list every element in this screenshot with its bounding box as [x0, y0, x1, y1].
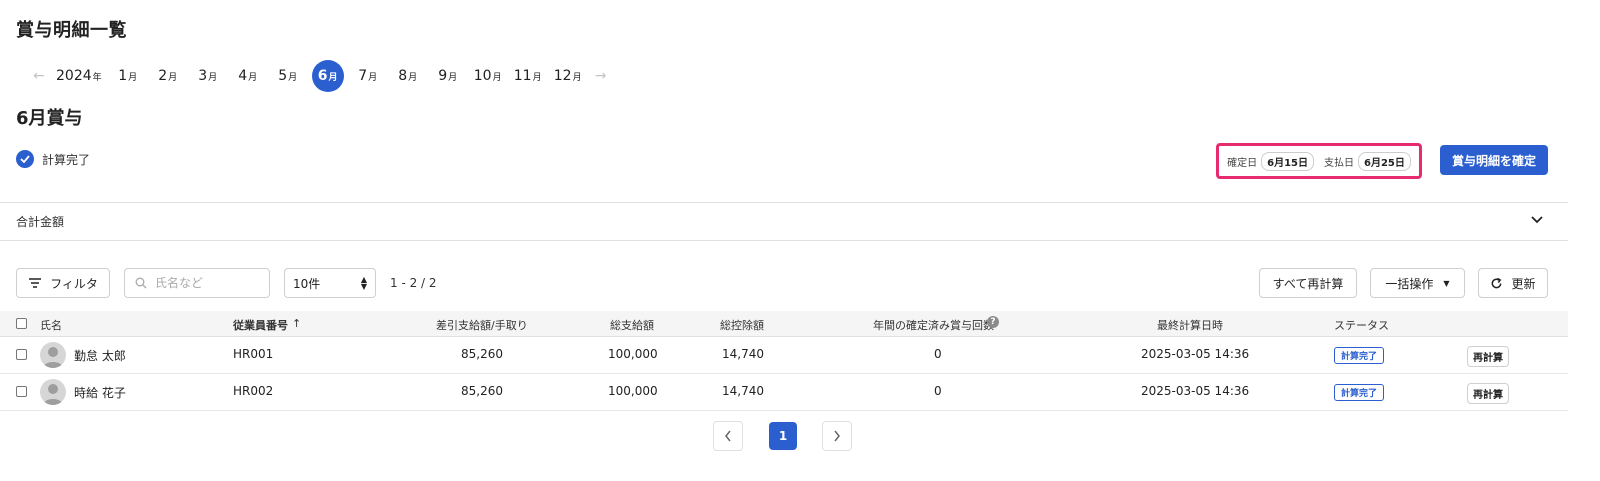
month-7[interactable]: 7月 — [348, 60, 388, 92]
search-icon — [135, 277, 147, 289]
next-page-button[interactable] — [822, 421, 852, 451]
month-navigation: ← 2024 年 1月 2月 3月 4月 5月 6月 7月 8月 9月 10 月 1… — [26, 60, 614, 92]
confirm-bonus-button[interactable]: 賞与明細を確定 — [1440, 145, 1548, 175]
confirm-date: 確定日 6月15日 — [1227, 151, 1314, 171]
refresh-icon — [1492, 277, 1502, 288]
caret-down-icon: ▼ — [1443, 278, 1450, 288]
header-status: ステータス — [1334, 319, 1389, 332]
search-field[interactable] — [124, 268, 270, 298]
divider — [0, 202, 1568, 203]
totals-accordion-label[interactable]: 合計金額 — [16, 213, 64, 230]
month-12[interactable]: 12 月 — [548, 60, 588, 92]
status-label: 計算完了 — [42, 152, 91, 167]
month-5[interactable]: 5月 — [268, 60, 308, 92]
month-8[interactable]: 8月 — [388, 60, 428, 92]
status-badge: 計算完了 — [1334, 347, 1385, 364]
confirm-date-label: 確定日 — [1227, 157, 1258, 169]
prev-year-arrow-icon[interactable]: ← — [26, 68, 52, 84]
header-bonus-count[interactable]: 年間の確定済み賞与回数 — [873, 317, 994, 333]
year-label: 2024 年 — [56, 68, 102, 84]
month-9[interactable]: 9月 — [428, 60, 468, 92]
page-1-button[interactable]: 1 — [769, 422, 797, 450]
next-year-arrow-icon[interactable]: → — [588, 68, 614, 84]
chevron-left-icon — [725, 430, 731, 442]
month-3[interactable]: 3月 — [188, 60, 228, 92]
last-calc-time: 2025-03-05 14:36 — [1141, 384, 1250, 398]
result-range: 1 - 2 / 2 — [390, 276, 437, 290]
prev-page-button[interactable] — [713, 421, 743, 451]
pay-date: 支払日 6月25日 — [1324, 151, 1411, 171]
per-page-select[interactable]: 10件 ▲ ▼ — [284, 268, 376, 298]
check-circle-icon — [16, 150, 34, 168]
net-pay: 85,260 — [461, 384, 503, 398]
chevron-down-icon[interactable] — [1530, 214, 1544, 228]
pay-date-value: 6月25日 — [1358, 151, 1411, 171]
bonus-title: 6月賞与 — [16, 108, 83, 129]
filter-icon — [29, 278, 42, 288]
recalculate-all-button[interactable]: すべて再計算 — [1259, 268, 1357, 298]
bonus-count: 0 — [934, 347, 942, 361]
recalculate-row-button[interactable]: 再計算 — [1467, 346, 1509, 367]
month-11[interactable]: 11 月 — [508, 60, 548, 92]
filter-button[interactable]: フィルタ — [16, 268, 110, 298]
header-deductions[interactable]: 総控除額 — [720, 317, 764, 333]
avatar — [40, 379, 66, 405]
page-title: 賞与明細一覧 — [16, 20, 127, 41]
select-all-checkbox[interactable] — [16, 318, 27, 329]
month-4[interactable]: 4月 — [228, 60, 268, 92]
per-page-value: 10件 — [293, 276, 321, 291]
avatar — [40, 342, 66, 368]
calculation-status: 計算完了 — [16, 150, 90, 168]
header-net-pay[interactable]: 差引支給額/手取り — [436, 317, 528, 333]
divider — [0, 240, 1568, 241]
confirm-date-value: 6月15日 — [1261, 151, 1314, 171]
employee-no: HR002 — [233, 384, 274, 398]
refresh-label: 更新 — [1511, 276, 1536, 291]
table-row: 時給 花子 HR002 85,260 100,000 14,740 0 2025… — [0, 374, 1568, 411]
table-header: 氏名 従業員番号 ↑ 差引支給額/手取り 総支給額 総控除額 年間の確定済み賞与… — [0, 311, 1568, 337]
employee-no: HR001 — [233, 347, 274, 361]
gross-pay: 100,000 — [608, 347, 658, 361]
last-calc-time: 2025-03-05 14:36 — [1141, 347, 1250, 361]
table-row: 勤怠 太郎 HR001 85,260 100,000 14,740 0 2025… — [0, 337, 1568, 374]
refresh-button[interactable]: 更新 — [1478, 268, 1548, 298]
row-checkbox[interactable] — [16, 386, 27, 397]
recalculate-row-button[interactable]: 再計算 — [1467, 383, 1509, 404]
pay-date-label: 支払日 — [1324, 157, 1354, 169]
sort-arrow-up-icon[interactable]: ↑ — [292, 317, 301, 330]
header-last-calc[interactable]: 最終計算日時 — [1157, 317, 1223, 333]
help-icon[interactable]: ? — [987, 316, 999, 328]
net-pay: 85,260 — [461, 347, 503, 361]
month-10[interactable]: 10 月 — [468, 60, 508, 92]
month-1[interactable]: 1月 — [108, 60, 148, 92]
header-name[interactable]: 氏名 — [40, 317, 62, 333]
deductions: 14,740 — [722, 347, 764, 361]
bulk-action-label: 一括操作 — [1385, 276, 1434, 291]
select-arrows-icon: ▲ ▼ — [360, 275, 367, 291]
search-input[interactable] — [155, 276, 255, 290]
employee-name[interactable]: 勤怠 太郎 — [74, 347, 126, 364]
filter-label: フィルタ — [50, 276, 98, 291]
gross-pay: 100,000 — [608, 384, 658, 398]
status-badge: 計算完了 — [1334, 384, 1385, 401]
row-checkbox[interactable] — [16, 349, 27, 360]
chevron-right-icon — [834, 430, 840, 442]
header-employee-no[interactable]: 従業員番号 — [233, 317, 288, 333]
month-2[interactable]: 2月 — [148, 60, 188, 92]
bulk-action-button[interactable]: 一括操作 ▼ — [1370, 268, 1465, 298]
employee-name[interactable]: 時給 花子 — [74, 384, 126, 401]
header-gross[interactable]: 総支給額 — [610, 317, 654, 333]
deductions: 14,740 — [722, 384, 764, 398]
month-6-selected[interactable]: 6月 — [311, 60, 344, 92]
bonus-dates-highlight: 確定日 6月15日 支払日 6月25日 — [1216, 143, 1422, 179]
bonus-count: 0 — [934, 384, 942, 398]
